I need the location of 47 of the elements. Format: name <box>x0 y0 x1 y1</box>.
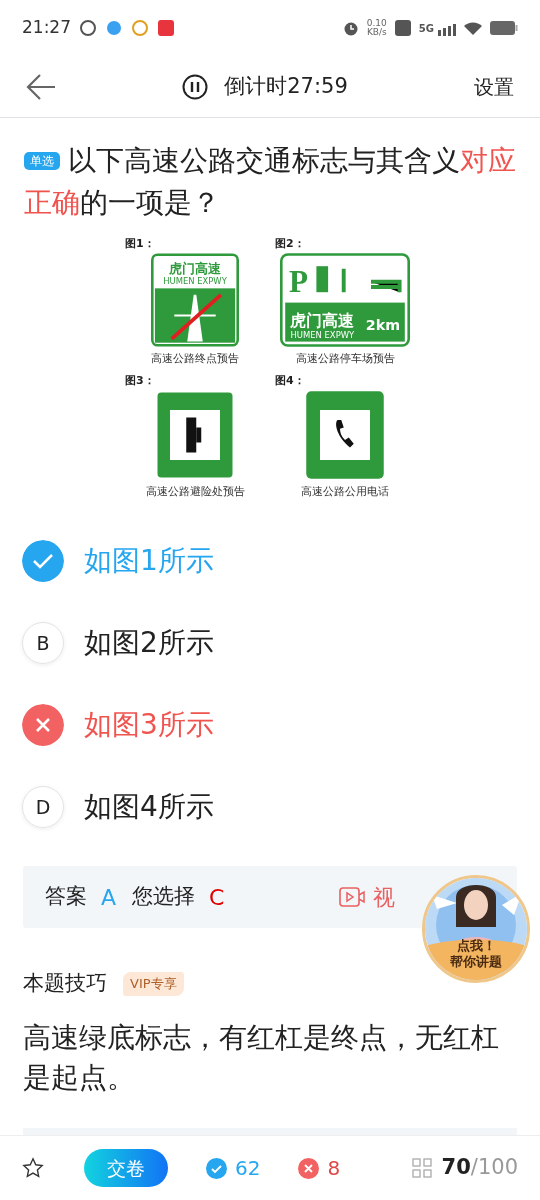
tip-title: 本题技巧 <box>23 970 107 997</box>
hd-icon <box>394 20 411 36</box>
figure-caption: 高速公路停车场预告 <box>294 350 396 367</box>
option-text[interactable]: 如图4所示 <box>84 786 214 828</box>
correct-icon <box>206 1157 227 1179</box>
road-sign-drawing: P 虎门高速 HUMEN EXPWY 2km <box>280 252 410 347</box>
battery-icon <box>490 21 518 35</box>
wrong-icon <box>298 1157 320 1179</box>
figure-label: 图3： <box>125 373 156 389</box>
ring-icon <box>79 19 97 37</box>
app-icon <box>131 19 149 37</box>
network-type: 5G <box>418 21 434 36</box>
chosen-label: 您选择 <box>132 883 196 911</box>
vip-tag: VIP专享 <box>123 972 184 996</box>
figure-caption: 高速公路公用电话 <box>300 483 390 500</box>
question-type-tag: 单选 <box>24 152 60 170</box>
star-icon[interactable] <box>22 1157 44 1179</box>
road-sign-drawing: 虎门高速 HUMEN EXPWY <box>151 252 239 347</box>
wrong-count: 8 <box>327 1155 341 1182</box>
network-speed: 0.10 <box>366 19 387 28</box>
wifi-icon <box>464 21 482 35</box>
figure-caption: 高速公路避险处预告 <box>144 483 246 500</box>
back-button[interactable] <box>26 72 56 101</box>
app-icon <box>157 19 175 37</box>
pause-icon[interactable] <box>182 73 209 100</box>
clock: 21:27 <box>22 16 71 40</box>
app-icon <box>105 19 123 37</box>
question-text: $^{单选}$ 以下高速公路交通标志与其含义对应正确的一项是？ <box>23 143 517 221</box>
settings-button[interactable]: 设置 <box>474 71 514 102</box>
figure-label: 图1： <box>125 236 156 252</box>
figure-label: 图4： <box>275 373 306 389</box>
tip-text: 高速绿底标志，有红杠是终点，无红杠是起点。 <box>22 1019 500 1096</box>
countdown-timer: 倒计时27:59 <box>224 72 348 100</box>
correct-answer: A <box>101 883 117 912</box>
tutor-call[interactable]: 点我！ <box>456 938 496 954</box>
correct-count: 62 <box>235 1155 261 1182</box>
speed-unit: KB/s <box>366 28 387 37</box>
chosen-answer: C <box>209 883 225 912</box>
video-icon[interactable] <box>339 887 365 907</box>
tutor-call[interactable]: 帮你讲题 <box>450 954 502 970</box>
figure-label: 图2： <box>275 236 306 252</box>
answer-label: 答案 <box>45 883 87 911</box>
option-text[interactable]: 如图2所示 <box>84 622 214 664</box>
figure-caption: 高速公路终点预告 <box>150 350 240 367</box>
tutor-badge[interactable]: 点我！ 帮你讲题 <box>422 875 530 983</box>
signal-icon <box>438 23 456 36</box>
alarm-icon <box>342 20 359 36</box>
